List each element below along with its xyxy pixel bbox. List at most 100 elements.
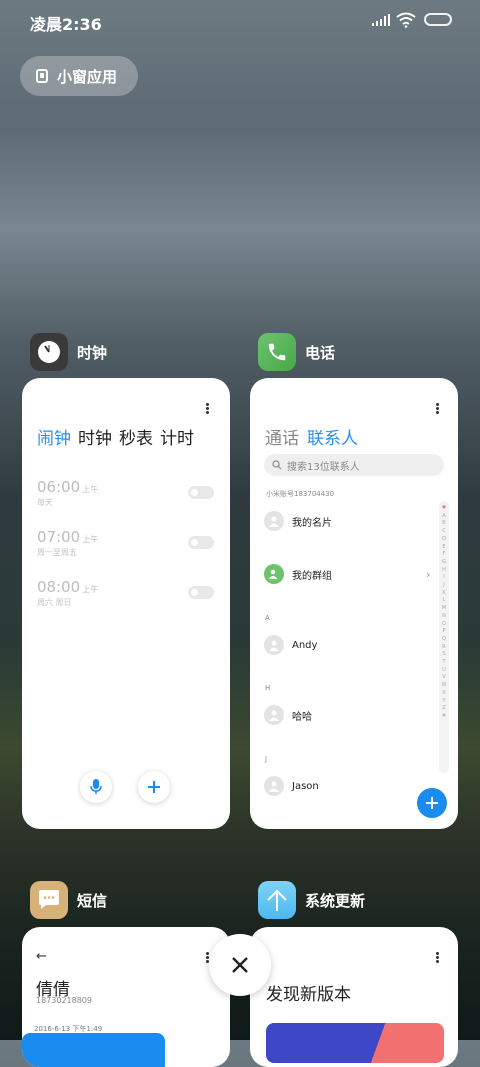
search-icon bbox=[272, 460, 282, 470]
alarm-toggle[interactable] bbox=[188, 486, 214, 499]
index-letter[interactable]: R bbox=[439, 644, 449, 652]
status-bar: 凌晨2:36 bbox=[0, 0, 480, 44]
index-letter[interactable]: G bbox=[439, 559, 449, 567]
add-contact-button[interactable] bbox=[417, 788, 447, 818]
plus-icon bbox=[426, 797, 438, 809]
phone-icon bbox=[258, 333, 296, 371]
app-name-clock: 时钟 bbox=[77, 343, 108, 362]
index-letter[interactable]: K bbox=[439, 590, 449, 598]
index-letter[interactable]: E bbox=[439, 544, 449, 552]
update-banner bbox=[266, 1023, 444, 1063]
my-groups-label: 我的群组 bbox=[292, 570, 332, 582]
message-bubble[interactable] bbox=[22, 1033, 165, 1067]
alarm-toggle[interactable] bbox=[188, 536, 214, 549]
group-icon bbox=[264, 564, 284, 584]
floating-window-button[interactable]: 小窗应用 bbox=[20, 56, 138, 96]
index-letters: A B C D E F G H I J K L M N O P Q R S T U V W X Y Z # bbox=[439, 513, 449, 721]
avatar-icon bbox=[264, 705, 284, 725]
index-letter[interactable]: W bbox=[439, 682, 449, 690]
contacts-search-input[interactable]: 搜索13位联系人 bbox=[264, 454, 444, 476]
index-letter[interactable]: D bbox=[439, 536, 449, 544]
clock-icon bbox=[30, 333, 68, 371]
alarm-days: 周六 周日 bbox=[37, 598, 72, 607]
tab-timer[interactable]: 计时 bbox=[160, 424, 194, 449]
index-letter[interactable]: B bbox=[439, 520, 449, 528]
index-letter[interactable]: V bbox=[439, 674, 449, 682]
alarm-days: 周一至周五 bbox=[37, 548, 77, 557]
battery-icon bbox=[424, 13, 452, 26]
my-card-row[interactable]: 我的名片 bbox=[264, 511, 332, 531]
microphone-icon bbox=[90, 779, 102, 794]
index-letter[interactable]: Q bbox=[439, 636, 449, 644]
index-letter[interactable]: A bbox=[439, 513, 449, 521]
tab-calls[interactable]: 通话 bbox=[265, 424, 299, 449]
index-letter[interactable]: P bbox=[439, 628, 449, 636]
index-letter[interactable]: X bbox=[439, 690, 449, 698]
close-all-button[interactable] bbox=[209, 934, 271, 996]
contact-row[interactable]: Jason bbox=[264, 776, 319, 796]
app-header-phone: 电话 bbox=[258, 333, 335, 371]
more-icon[interactable] bbox=[436, 403, 439, 415]
index-letter[interactable]: U bbox=[439, 667, 449, 675]
add-alarm-button[interactable] bbox=[138, 771, 170, 803]
conversation-phone-number: 18730218809 bbox=[36, 996, 92, 1005]
app-name-messages: 短信 bbox=[77, 891, 108, 910]
alarm-time: 07:00 bbox=[37, 528, 81, 546]
floating-window-label: 小窗应用 bbox=[57, 67, 118, 86]
clock-app-card[interactable]: 闹钟 时钟 秒表 计时 06:00 上午 每天 07:00 上午 周一至周五 08:… bbox=[22, 378, 230, 829]
alarm-toggle[interactable] bbox=[188, 586, 214, 599]
alarm-time: 06:00 bbox=[37, 478, 81, 496]
alphabet-index[interactable]: ♥ A B C D E F G H I J K L M N O P Q R S T U V W X Y Z # bbox=[439, 501, 449, 773]
clock-tabs: 闹钟 时钟 秒表 计时 bbox=[37, 424, 194, 449]
phone-tabs: 通话 联系人 bbox=[265, 424, 358, 449]
voice-button[interactable] bbox=[80, 771, 112, 803]
close-icon bbox=[232, 957, 248, 973]
alarm-days: 每天 bbox=[37, 498, 53, 507]
contact-row[interactable]: 哈哈 bbox=[264, 705, 312, 725]
signal-icon bbox=[372, 14, 390, 26]
index-letter[interactable]: I bbox=[439, 574, 449, 582]
index-letter[interactable]: Y bbox=[439, 698, 449, 706]
my-card-label: 我的名片 bbox=[292, 517, 332, 529]
chevron-right-icon: › bbox=[426, 567, 431, 581]
my-groups-row[interactable]: 我的群组 › bbox=[264, 564, 434, 584]
index-letter[interactable]: Z bbox=[439, 705, 449, 713]
tab-clock[interactable]: 时钟 bbox=[78, 424, 112, 449]
plus-icon bbox=[148, 781, 160, 793]
alarm-ampm: 上午 bbox=[82, 535, 99, 544]
contact-row[interactable]: Andy bbox=[264, 635, 317, 655]
index-letter[interactable]: S bbox=[439, 651, 449, 659]
contact-name: Andy bbox=[292, 639, 318, 651]
phone-app-card[interactable]: 通话 联系人 搜索13位联系人 小米账号183704430 我的名片 我的群组 … bbox=[250, 378, 458, 829]
index-letter[interactable]: C bbox=[439, 528, 449, 536]
app-name-phone: 电话 bbox=[305, 343, 336, 362]
index-letter[interactable]: # bbox=[439, 713, 449, 721]
back-arrow-icon[interactable]: ← bbox=[36, 949, 47, 964]
index-letter[interactable]: O bbox=[439, 621, 449, 629]
app-header-update: 系统更新 bbox=[258, 881, 365, 919]
heart-icon: ♥ bbox=[441, 505, 447, 511]
tab-stopwatch[interactable]: 秒表 bbox=[119, 424, 153, 449]
update-app-card[interactable]: 发现新版本 bbox=[250, 927, 458, 1067]
index-letter[interactable]: J bbox=[439, 582, 449, 590]
more-icon[interactable] bbox=[436, 952, 439, 964]
index-letter[interactable]: H bbox=[439, 567, 449, 575]
contact-name: Jason bbox=[292, 780, 319, 792]
alarm-time: 08:00 bbox=[37, 578, 81, 596]
search-placeholder: 搜索13位联系人 bbox=[287, 461, 360, 473]
wifi-icon bbox=[396, 12, 416, 28]
index-letter[interactable]: T bbox=[439, 659, 449, 667]
section-letter: H bbox=[265, 684, 271, 692]
tab-contacts[interactable]: 联系人 bbox=[307, 424, 358, 449]
section-letter: A bbox=[265, 614, 270, 622]
messages-app-card[interactable]: ← 倩倩 18730218809 2016-6-13 下午1:49 bbox=[22, 927, 230, 1067]
index-letter[interactable]: N bbox=[439, 613, 449, 621]
tab-alarm[interactable]: 闹钟 bbox=[37, 424, 71, 449]
index-letter[interactable]: L bbox=[439, 597, 449, 605]
index-letter[interactable]: F bbox=[439, 551, 449, 559]
index-letter[interactable]: M bbox=[439, 605, 449, 613]
status-time: 凌晨2:36 bbox=[30, 15, 102, 34]
arrow-up-icon bbox=[258, 881, 296, 919]
app-name-update: 系统更新 bbox=[305, 891, 366, 910]
more-icon[interactable] bbox=[206, 403, 209, 415]
